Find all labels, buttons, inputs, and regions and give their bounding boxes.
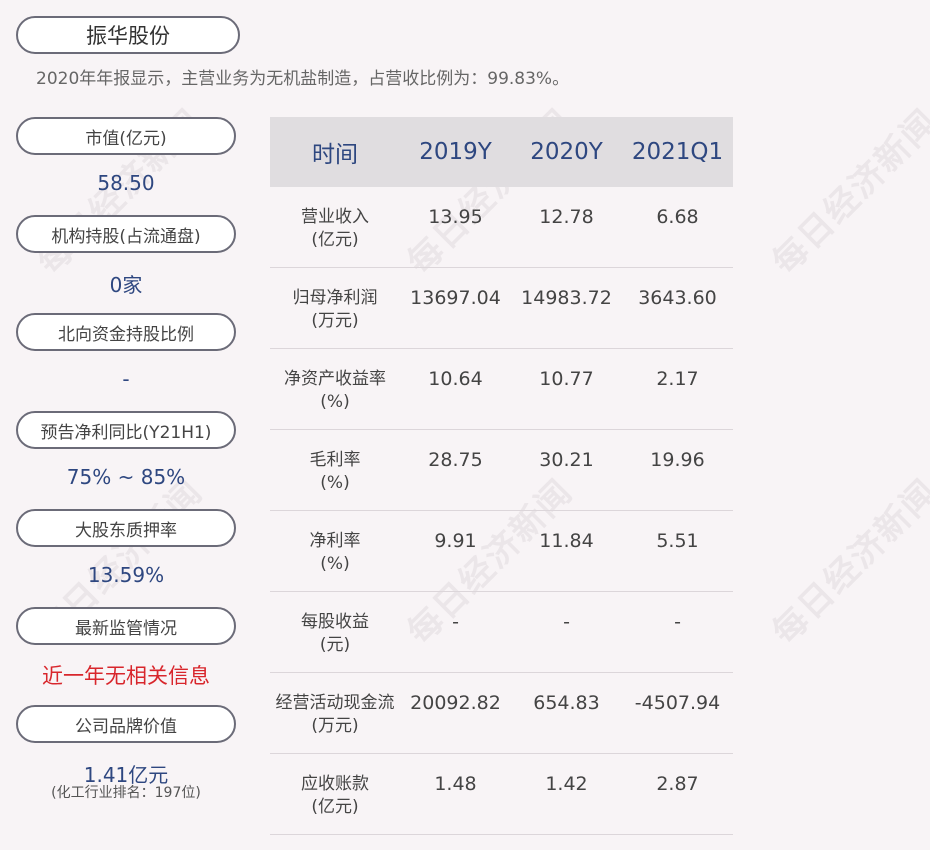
metric-value-regulatory: 近一年无相关信息 (42, 664, 210, 688)
cell-value: -4507.94 (634, 692, 721, 714)
metric-label-regulatory: 最新监管情况 (16, 607, 236, 645)
table-row: 营业收入 (亿元) 13.95 12.78 6.68 (270, 187, 733, 268)
row-label: 归母净利润 (万元) (292, 288, 378, 331)
brand-rank-note: (化工行业排名：197位) (51, 785, 201, 801)
cell-value: 10.64 (428, 368, 483, 390)
table-header: 时间 2019Y 2020Y 2021Q1 (270, 117, 733, 187)
row-label: 净利率 (%) (309, 531, 361, 574)
cell-value: 1.48 (434, 773, 477, 795)
cell-value: 3643.60 (638, 287, 717, 309)
business-summary: 2020年年报显示，主营业务为无机盐制造，占营收比例为：99.83%。 (36, 69, 570, 89)
cell-value: 20092.82 (410, 692, 501, 714)
table-row: 经营活动现金流 (万元) 20092.82 654.83 -4507.94 (270, 673, 733, 754)
cell-value: 654.83 (533, 692, 600, 714)
header-2020y: 2020Y (530, 139, 603, 165)
company-name: 振华股份 (16, 16, 240, 54)
table-row: 每股收益 (元) - - - (270, 592, 733, 673)
cell-value: 9.91 (434, 530, 477, 552)
table-row: 归母净利润 (万元) 13697.04 14983.72 3643.60 (270, 268, 733, 349)
cell-value: 6.68 (656, 206, 699, 228)
cell-value: 14983.72 (521, 287, 612, 309)
cell-value: 19.96 (650, 449, 705, 471)
cell-value: 30.21 (539, 449, 594, 471)
watermark: 每日经济新闻 (764, 471, 930, 653)
row-label: 经营活动现金流 (万元) (275, 693, 395, 736)
cell-value: 5.51 (656, 530, 699, 552)
metric-label-pledge-ratio: 大股东质押率 (16, 509, 236, 547)
row-label: 每股收益 (元) (301, 612, 369, 655)
cell-value: 13.95 (428, 206, 483, 228)
row-label: 应收账款 (亿元) (301, 774, 369, 817)
cell-value: 1.42 (545, 773, 588, 795)
row-label: 毛利率 (%) (309, 450, 361, 493)
cell-value: 11.84 (539, 530, 594, 552)
financial-table: 时间 2019Y 2020Y 2021Q1 营业收入 (亿元) 13.95 12.… (270, 117, 733, 835)
cell-value: 12.78 (539, 206, 594, 228)
table-row: 毛利率 (%) 28.75 30.21 19.96 (270, 430, 733, 511)
cell-value: - (674, 611, 681, 633)
metric-label-institutional-holdings: 机构持股(占流通盘) (16, 215, 236, 253)
metric-value-northbound-ratio: - (122, 367, 130, 391)
header-2019y: 2019Y (419, 139, 492, 165)
table-row: 净资产收益率 (%) 10.64 10.77 2.17 (270, 349, 733, 430)
metric-label-northbound-ratio: 北向资金持股比例 (16, 313, 236, 351)
metric-label-market-cap: 市值(亿元) (16, 117, 236, 155)
cell-value: 10.77 (539, 368, 594, 390)
table-row: 净利率 (%) 9.91 11.84 5.51 (270, 511, 733, 592)
metric-value-profit-forecast: 75% ~ 85% (66, 465, 186, 489)
header-2021q1: 2021Q1 (631, 139, 724, 165)
header-time: 时间 (312, 142, 358, 168)
cell-value: 13697.04 (410, 287, 501, 309)
metric-value-pledge-ratio: 13.59% (87, 563, 165, 587)
metric-value-institutional-holdings: 0家 (109, 273, 143, 297)
table-row: 应收账款 (亿元) 1.48 1.42 2.87 (270, 754, 733, 835)
cell-value: 2.17 (656, 368, 699, 390)
cell-value: 2.87 (656, 773, 699, 795)
row-label: 营业收入 (亿元) (301, 207, 369, 250)
row-label: 净资产收益率 (%) (284, 369, 386, 412)
metric-label-brand-value: 公司品牌价值 (16, 705, 236, 743)
cell-value: - (563, 611, 570, 633)
watermark: 每日经济新闻 (764, 101, 930, 283)
metric-value-market-cap: 58.50 (97, 171, 155, 195)
metric-label-profit-forecast: 预告净利同比(Y21H1) (16, 411, 236, 449)
cell-value: - (452, 611, 459, 633)
cell-value: 28.75 (428, 449, 483, 471)
